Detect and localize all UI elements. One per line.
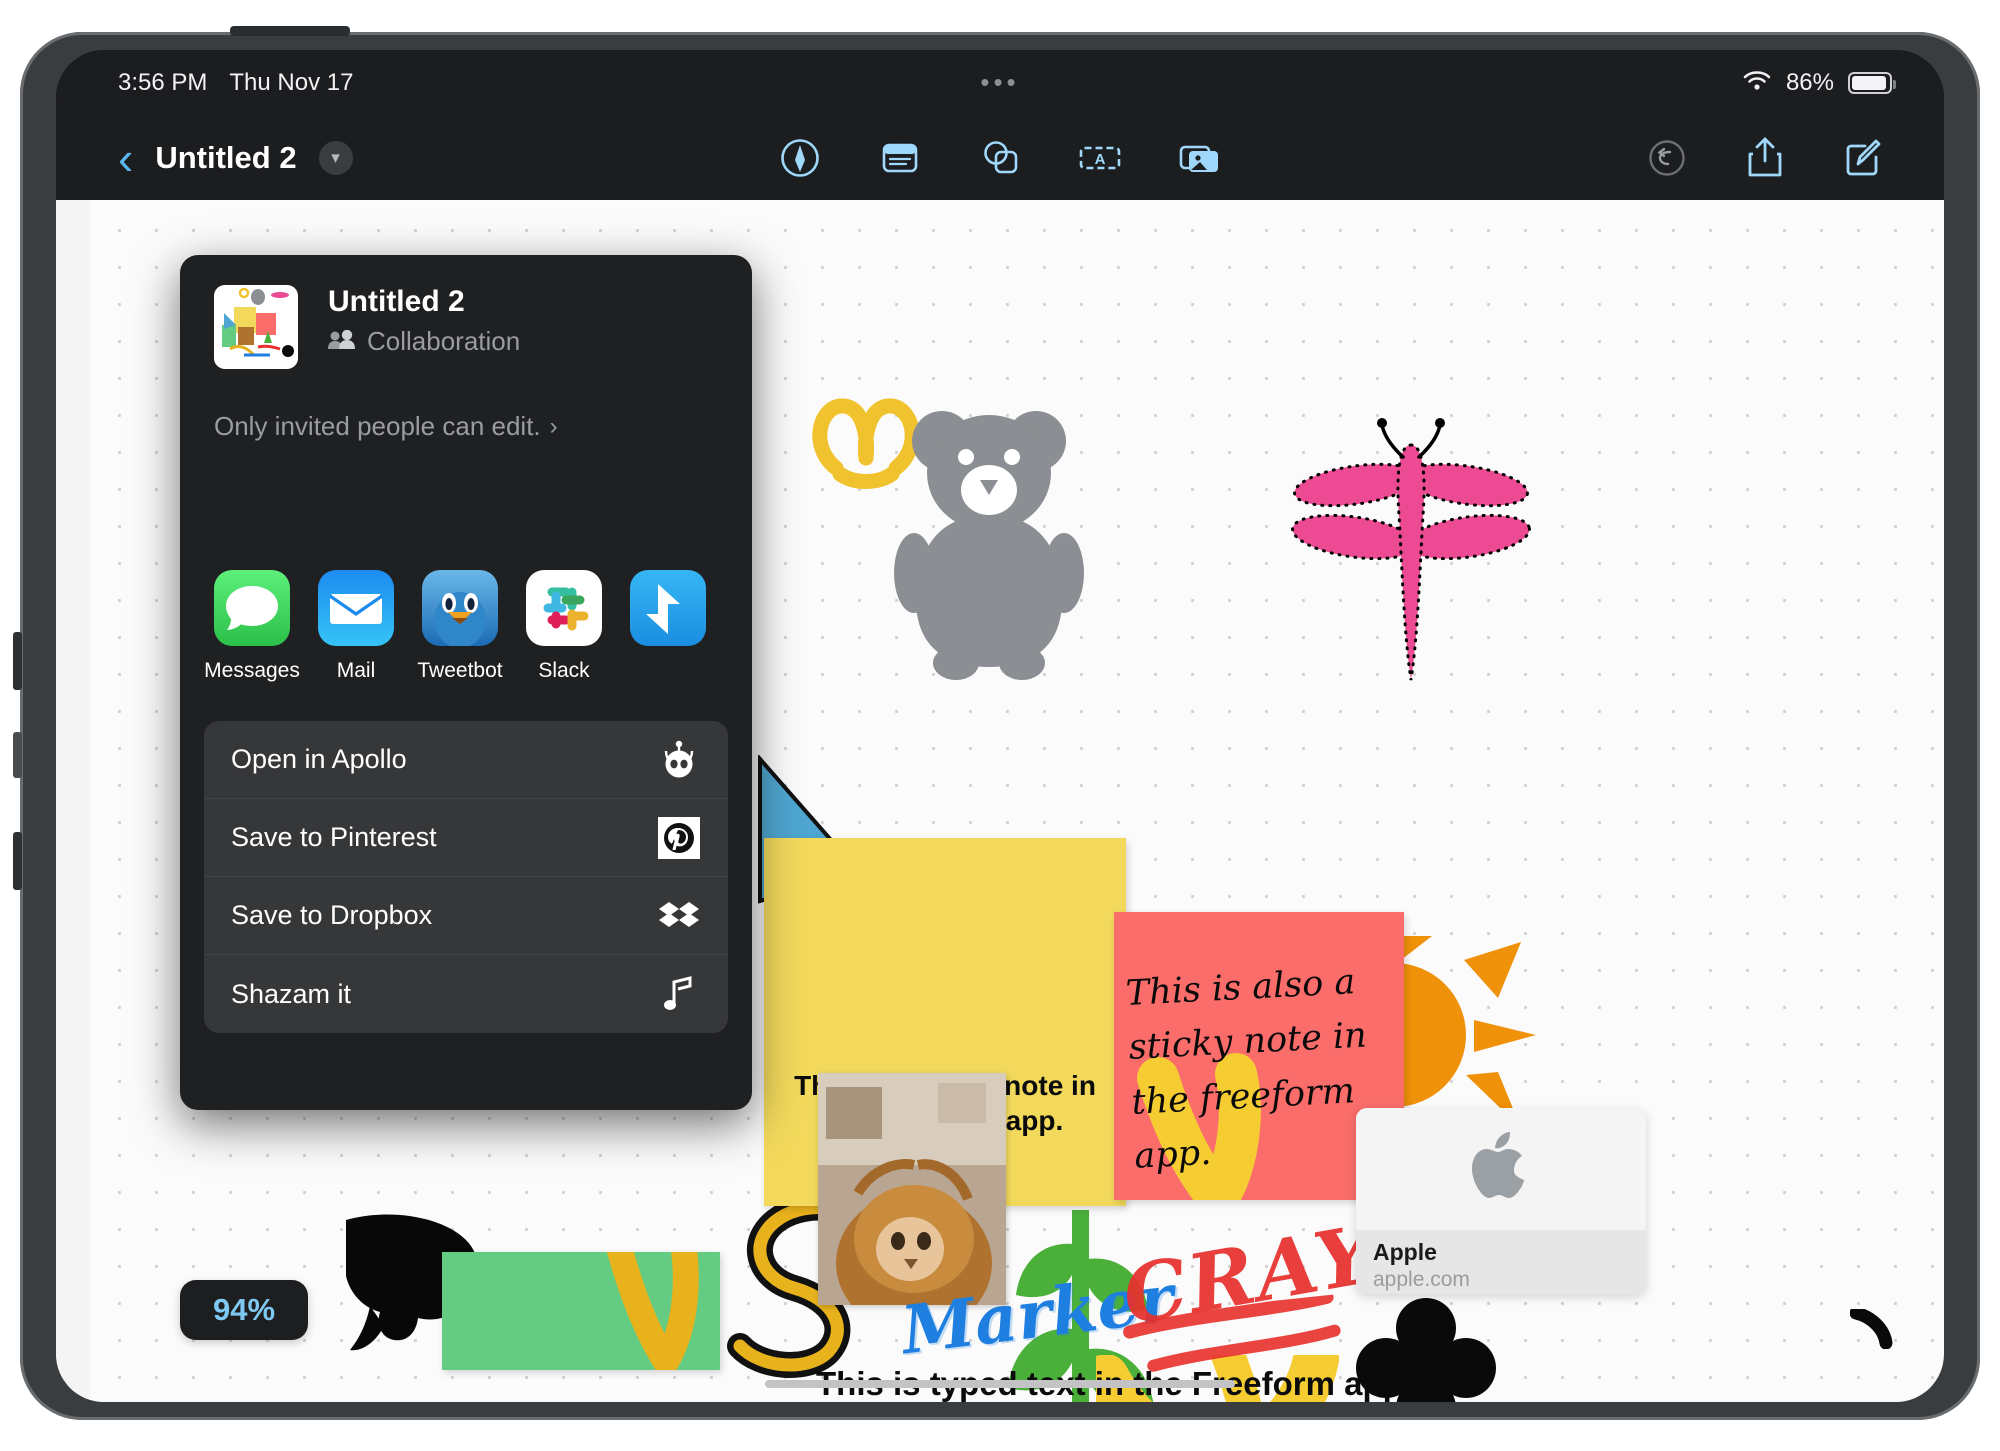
share-target-label: Slack [538,659,590,682]
apple-link-title: Apple [1373,1239,1437,1265]
dropbox-icon [657,894,701,938]
app-toolbar: ‹ Untitled 2 ▾ A [56,116,1944,200]
volume-down-button[interactable] [13,832,22,890]
status-bar-right: 86% [1742,69,1896,98]
action-shazam-it[interactable]: Shazam it [204,955,728,1033]
curved-stroke-mark[interactable] [1849,1306,1896,1354]
toolbar-left-group: ‹ Untitled 2 ▾ [118,135,353,181]
apple-logo-icon [1356,1108,1646,1230]
ipad-device-frame: This is a Sticky note in the Freeform ap… [13,26,1980,1420]
collaboration-label: Collaboration [367,326,521,356]
zoom-level-badge[interactable]: 94% [180,1280,308,1340]
action-open-in-apollo[interactable]: Open in Apollo [204,721,728,799]
share-target-label: Messages [204,659,300,682]
apple-link-card[interactable]: Apple apple.com [1356,1108,1646,1294]
cat-photo[interactable] [818,1073,1006,1305]
status-bar: 3:56 PM Thu Nov 17 ••• 86% [56,50,1944,116]
action-save-to-dropbox[interactable]: Save to Dropbox [204,877,728,955]
share-target-tweetbot[interactable]: Tweetbot [408,570,512,683]
volume-up-button[interactable] [13,632,22,690]
share-target-mail[interactable]: Mail [304,570,408,683]
zoom-level-text: 94% [212,1292,276,1327]
battery-percent: 86% [1785,69,1834,96]
toolbar-tools-group: A [777,135,1223,181]
dragonfly-sticker[interactable] [1286,415,1536,710]
mail-icon [318,570,394,646]
apple-link-url: apple.com [1373,1268,1470,1291]
text-box-icon[interactable]: A [1077,135,1123,181]
partial-app-icon [630,570,706,646]
action-label: Save to Dropbox [231,900,433,930]
apple-link-meta: Apple apple.com [1356,1230,1646,1294]
clover-sticker[interactable] [1356,1298,1496,1402]
people-icon [328,326,356,357]
teddy-bear-sticker[interactable] [894,395,1084,685]
share-target-partial[interactable] [616,570,720,683]
slack-icon [526,570,602,646]
sticky-note-icon[interactable] [877,135,923,181]
chevron-down-icon[interactable]: ▾ [318,141,353,175]
share-sheet[interactable]: Untitled 2 Collaboration Only invited pe… [180,255,752,1110]
device-screen: This is a Sticky note in the Freeform ap… [56,50,1944,1402]
shazam-icon [657,972,701,1016]
action-save-to-pinterest[interactable]: Save to Pinterest [204,799,728,877]
status-time: 3:56 PM [118,69,208,96]
action-label: Save to Pinterest [231,822,437,852]
toolbar-right-group [1644,135,1886,181]
status-date: Thu Nov 17 [229,69,354,96]
share-target-label: Tweetbot [417,659,503,682]
share-sheet-pointer [364,255,402,257]
markup-pen-icon[interactable] [777,135,823,181]
share-sheet-title: Untitled 2 [328,285,465,318]
document-thumbnail [214,285,298,369]
share-sheet-meta: Untitled 2 Collaboration [328,285,520,357]
multitask-handle[interactable]: ••• [980,70,1019,95]
undo-icon[interactable] [1644,135,1690,181]
share-sheet-collaborators-area [180,442,752,570]
share-sheet-app-row[interactable]: Messages Mail Tweetbot Slack [180,570,752,683]
chevron-right-icon: › [549,412,558,440]
apollo-icon [657,738,701,782]
tweetbot-icon [422,570,498,646]
action-label: Open in Apollo [231,744,407,774]
compose-icon[interactable] [1840,135,1886,181]
share-icon[interactable] [1742,135,1788,181]
power-button[interactable] [230,26,350,36]
pinterest-icon [657,816,701,860]
canvas-left-margin [56,200,90,1402]
share-sheet-header: Untitled 2 Collaboration [180,255,752,369]
svg-text:A: A [1095,151,1106,168]
share-sheet-subtitle: Collaboration [328,326,520,357]
smart-connector [13,732,22,778]
wifi-icon [1742,69,1772,98]
permission-label: Only invited people can edit. [214,411,541,441]
sticky-note-green[interactable] [442,1252,720,1370]
share-target-messages[interactable]: Messages [200,570,304,683]
share-target-slack[interactable]: Slack [512,570,616,683]
page-title[interactable]: Untitled 2 [155,140,296,176]
action-label: Shazam it [231,978,352,1009]
shapes-icon[interactable] [977,135,1023,181]
status-bar-left: 3:56 PM Thu Nov 17 [118,69,353,97]
messages-icon [214,570,290,646]
share-target-label: Mail [336,659,376,682]
media-icon[interactable] [1177,135,1223,181]
battery-icon [1848,72,1896,94]
home-indicator[interactable] [765,1380,1235,1388]
permission-row[interactable]: Only invited people can edit. › [180,411,752,442]
share-sheet-actions[interactable]: Open in Apollo Save to Pinterest Save to… [204,721,728,1033]
back-chevron-icon[interactable]: ‹ [118,135,133,181]
